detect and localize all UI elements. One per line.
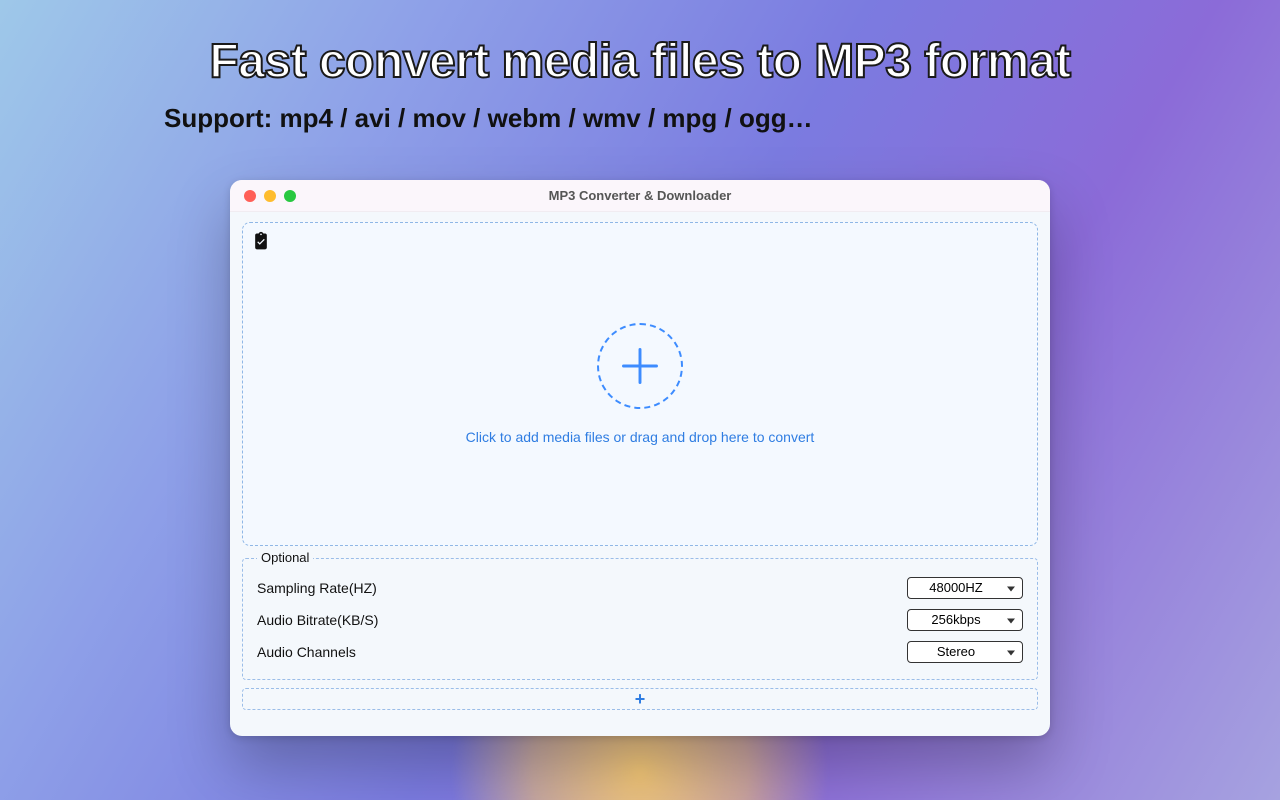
hero-headline: Fast convert media files to MP3 format [0, 34, 1280, 89]
window-title: MP3 Converter & Downloader [230, 188, 1050, 203]
options-fieldset: Optional Sampling Rate(HZ) 48000HZ Audio… [242, 558, 1038, 680]
label-channels: Audio Channels [257, 644, 356, 660]
options-legend: Optional [257, 550, 313, 565]
plus-icon: + [635, 689, 646, 710]
window-body: Click to add media files or drag and dro… [230, 212, 1050, 718]
add-circle-icon [597, 323, 683, 409]
label-bitrate: Audio Bitrate(KB/S) [257, 612, 378, 628]
select-channels[interactable]: Stereo [907, 641, 1023, 663]
minimize-button[interactable] [264, 190, 276, 202]
dropzone[interactable]: Click to add media files or drag and dro… [242, 222, 1038, 546]
hero: Fast convert media files to MP3 format S… [0, 34, 1280, 134]
dropzone-hint: Click to add media files or drag and dro… [466, 429, 815, 445]
label-sampling-rate: Sampling Rate(HZ) [257, 580, 377, 596]
app-window: MP3 Converter & Downloader Click to add … [230, 180, 1050, 736]
row-channels: Audio Channels Stereo [257, 637, 1023, 667]
hero-subline: Support: mp4 / avi / mov / webm / wmv / … [0, 103, 1280, 134]
titlebar: MP3 Converter & Downloader [230, 180, 1050, 212]
row-sampling-rate: Sampling Rate(HZ) 48000HZ [257, 573, 1023, 603]
zoom-button[interactable] [284, 190, 296, 202]
row-bitrate: Audio Bitrate(KB/S) 256kbps [257, 605, 1023, 635]
traffic-lights [230, 190, 296, 202]
select-bitrate[interactable]: 256kbps [907, 609, 1023, 631]
clipboard-icon [251, 231, 271, 253]
close-button[interactable] [244, 190, 256, 202]
add-button[interactable]: + [242, 688, 1038, 710]
select-sampling-rate[interactable]: 48000HZ [907, 577, 1023, 599]
